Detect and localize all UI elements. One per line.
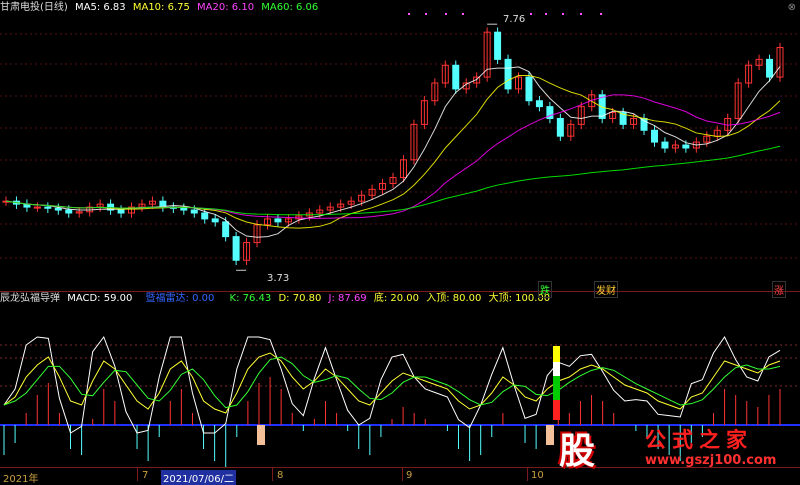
signal-bar-green — [553, 376, 560, 400]
signal-dot — [462, 13, 464, 15]
ma10-line — [5, 75, 781, 229]
signal-dot — [530, 13, 532, 15]
candle-body — [54, 207, 62, 211]
kdj-line — [3, 352, 781, 414]
signal-dot — [600, 13, 602, 15]
axis-divider — [402, 467, 403, 481]
candle-body — [33, 206, 41, 209]
candle-body — [232, 236, 240, 261]
time-label: 9 — [406, 470, 413, 481]
facai-tag: 发财 — [594, 281, 618, 298]
candle-body — [65, 209, 73, 214]
time-label: 7 — [142, 470, 149, 481]
candle-body — [661, 141, 669, 149]
signal-dot — [425, 13, 427, 15]
signal-dot — [445, 13, 447, 15]
logo-title: 公式之家 — [645, 428, 753, 452]
signal-dot — [408, 13, 410, 15]
candle-body — [535, 100, 543, 108]
candle-body — [117, 209, 125, 214]
time-label: 10 — [531, 470, 544, 481]
high-price-label: 7.76 — [503, 14, 526, 25]
die-tag: 跌 — [538, 281, 552, 298]
candle-body — [201, 212, 209, 220]
signal-dot — [580, 13, 582, 15]
candle-body — [525, 76, 533, 102]
candle-body — [180, 207, 188, 211]
signal-dot — [562, 13, 564, 15]
candle-body — [190, 209, 198, 214]
candle-body — [494, 31, 502, 60]
candle-body — [222, 221, 230, 238]
axis-divider — [272, 467, 273, 481]
axis-divider — [527, 467, 528, 481]
buy-signal-block — [257, 425, 265, 445]
signal-bar-red — [553, 400, 560, 420]
kline-chart[interactable] — [0, 0, 800, 481]
candle-body — [682, 144, 690, 149]
logo-url: www.gszj100.com — [645, 453, 777, 468]
signal-dot — [545, 13, 547, 15]
time-label: 2021年 — [3, 474, 39, 485]
kdj-line — [3, 335, 781, 434]
logo-mark: 股 — [559, 431, 596, 472]
site-logo: 股 公式之家 www.gszj100.com — [553, 420, 788, 472]
time-label: 8 — [277, 470, 284, 481]
candle-body — [211, 218, 219, 223]
cursor-date-label: 2021/07/06/二 — [161, 470, 237, 485]
signal-bar-yellow — [553, 346, 560, 362]
signal-bar-white — [553, 362, 560, 376]
candle-body — [556, 117, 564, 137]
low-price-label: 3.73 — [267, 273, 290, 284]
candle-body — [44, 206, 52, 209]
candle-body — [452, 64, 460, 90]
candle-body — [504, 58, 512, 90]
candle-body — [274, 218, 282, 223]
axis-divider — [137, 467, 138, 481]
zhang-tag: 涨 — [772, 281, 786, 298]
kdj-line — [3, 356, 781, 409]
candle-body — [650, 129, 658, 143]
candle-body — [766, 58, 774, 78]
